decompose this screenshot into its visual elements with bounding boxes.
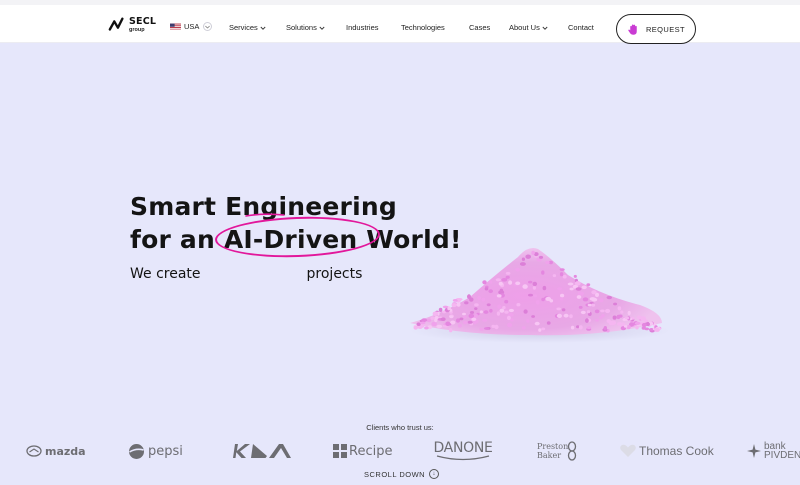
scroll-down-label: SCROLL DOWN — [364, 469, 426, 479]
nav-about-us[interactable]: About Us — [509, 23, 548, 32]
nav-solutions[interactable]: Solutions — [286, 23, 325, 32]
thomas-cook-heart-icon — [620, 444, 636, 457]
nav-label: Solutions — [286, 23, 317, 32]
recipe-text: Recipe — [349, 443, 393, 459]
pepsi-globe-icon — [129, 443, 144, 459]
chevron-down-icon — [542, 26, 548, 30]
nav-label: Services — [229, 23, 258, 32]
language-label: USA — [184, 22, 200, 31]
hand-icon — [628, 23, 637, 35]
subtitle-end: projects — [306, 266, 363, 282]
pivdenny-bank-icon — [747, 444, 761, 458]
nav-label: Contact — [568, 23, 594, 32]
nav-label: About Us — [509, 23, 540, 32]
recipe-logo: Recipe — [333, 436, 392, 466]
hero-subtitle: We create projects — [130, 266, 362, 282]
nav-label: Industries — [346, 23, 379, 32]
thomas-cook-text: Thomas Cook — [639, 444, 714, 458]
us-flag-icon — [170, 23, 181, 30]
nav-cases[interactable]: Cases — [469, 23, 490, 32]
secl-logo[interactable]: SECL group — [108, 15, 156, 35]
nav-industries[interactable]: Industries — [346, 23, 379, 32]
danone-text: DANONE — [433, 440, 493, 456]
mazda-text: mazda — [45, 444, 86, 458]
request-button[interactable]: REQUEST — [616, 14, 696, 44]
chevron-down-icon — [319, 26, 325, 30]
recipe-grid-icon — [333, 444, 347, 458]
pepsi-logo: pepsi — [128, 436, 183, 466]
mazda-logo: mazda — [26, 436, 86, 466]
language-selector[interactable]: USA — [170, 22, 213, 31]
pepsi-text: pepsi — [148, 443, 183, 459]
request-label: REQUEST — [645, 24, 686, 34]
subtitle-start: We create — [130, 266, 201, 282]
clients-logos-strip: mazda pepsi Recipe DANONE Preston Baker … — [0, 436, 800, 466]
thomas-cook-logo: Thomas Cook — [619, 436, 714, 466]
scroll-down-link[interactable]: SCROLL DOWN ↓ — [364, 469, 440, 479]
nav-contact[interactable]: Contact — [568, 23, 594, 32]
nav-services[interactable]: Services — [229, 23, 266, 32]
chevron-down-icon — [203, 22, 213, 31]
kia-logo — [231, 436, 293, 466]
pink-underline-stroke — [245, 213, 285, 217]
nav-technologies[interactable]: Technologies — [401, 23, 445, 32]
arrow-down-icon: ↓ — [429, 469, 440, 479]
logo-name: SECL — [129, 16, 157, 27]
hero-title-text: for an — [130, 225, 224, 254]
preston-baker-emblem-icon — [567, 441, 577, 461]
pink-granules-image — [410, 248, 670, 343]
site-header: SECL group USA Services Solutions Indust… — [0, 5, 800, 44]
preston-baker-text: Preston Baker — [537, 442, 569, 460]
danone-logo: DANONE — [433, 436, 493, 466]
pivdenny-bank-logo: bank PIVDENNY — [747, 436, 800, 466]
chevron-down-icon — [260, 26, 266, 30]
logo-text: SECL group — [129, 17, 156, 33]
kia-wordmark-icon — [233, 444, 291, 458]
mazda-emblem-icon — [26, 445, 42, 457]
nav-label: Technologies — [401, 23, 445, 32]
logo-sub: group — [129, 26, 145, 33]
nav-label: Cases — [469, 23, 491, 32]
danone-swoosh-icon — [436, 455, 490, 461]
secl-logo-icon — [108, 17, 124, 31]
hero-title-text: Smart — [130, 192, 226, 221]
clients-label: Clients who trust us: — [366, 423, 434, 432]
pivdenny-bank-text: bank PIVDENNY — [764, 441, 800, 461]
preston-baker-logo: Preston Baker — [537, 436, 577, 466]
ai-driven-highlight: AI-Driven — [214, 214, 381, 260]
